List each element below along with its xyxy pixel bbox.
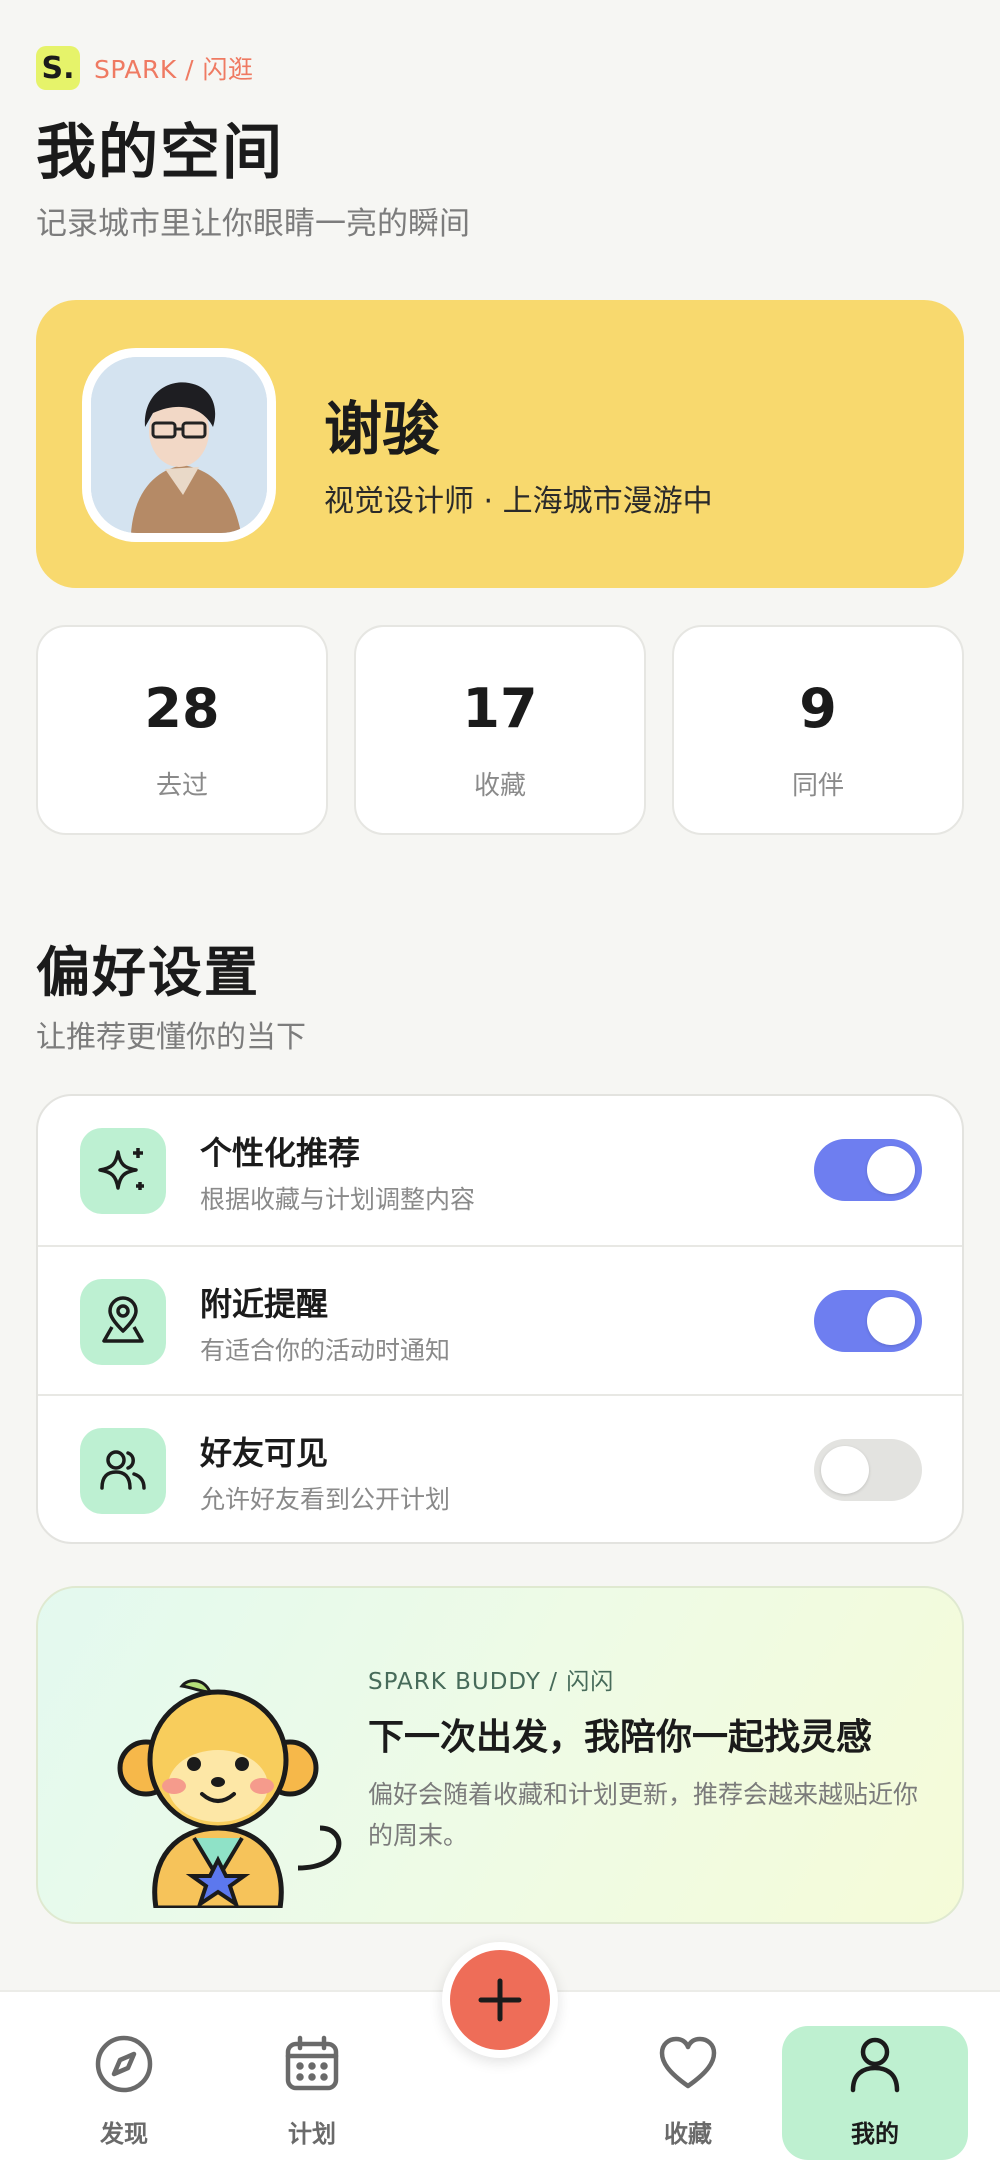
profile-bio: 视觉设计师 · 上海城市漫游中 (324, 484, 713, 519)
location-pin-icon (80, 1279, 166, 1365)
nav-label: 我的 (851, 2120, 899, 2148)
avatar[interactable] (91, 357, 267, 533)
pref-title: 附近提醒 (200, 1285, 329, 1323)
nav-me[interactable]: 我的 (815, 2032, 935, 2149)
nav-discover[interactable]: 发现 (64, 2032, 184, 2149)
stat-visited[interactable]: 28 去过 (36, 625, 328, 835)
toggle-personalized[interactable] (814, 1139, 922, 1201)
brand: S. SPARK / 闪逛 (36, 46, 254, 90)
toggle-nearby[interactable] (814, 1290, 922, 1352)
preferences-title: 偏好设置 (36, 941, 260, 1004)
nav-label: 计划 (288, 2120, 336, 2148)
plus-icon (478, 1978, 522, 2022)
brand-text: SPARK / 闪逛 (94, 55, 254, 84)
stat-label: 同伴 (791, 771, 844, 801)
pref-desc: 允许好友看到公开计划 (200, 1485, 451, 1514)
profile-card[interactable]: 谢骏 视觉设计师 · 上海城市漫游中 (36, 300, 964, 588)
nav-label: 收藏 (664, 2120, 712, 2148)
pref-row-personalized[interactable]: 个性化推荐 根据收藏与计划调整内容 (38, 1096, 962, 1245)
stat-value: 28 (144, 677, 220, 740)
pref-title: 个性化推荐 (200, 1134, 361, 1172)
brand-logo: S. (36, 46, 80, 90)
page-title: 我的空间 (36, 118, 284, 188)
pref-row-nearby[interactable]: 附近提醒 有适合你的活动时通知 (38, 1245, 962, 1394)
stat-value: 9 (799, 677, 837, 740)
nav-label: 发现 (100, 2120, 148, 2148)
profile-screen: S. SPARK / 闪逛 我的空间 记录城市里让你眼睛一亮的瞬间 谢骏 视觉设… (0, 0, 1000, 2164)
nav-favorites[interactable]: 收藏 (628, 2032, 748, 2149)
page-subtitle: 记录城市里让你眼睛一亮的瞬间 (36, 206, 470, 242)
user-icon (850, 2037, 900, 2093)
toggle-knob (821, 1446, 869, 1494)
pref-row-friends-visible[interactable]: 好友可见 允许好友看到公开计划 (38, 1394, 962, 1542)
stat-favorites[interactable]: 17 收藏 (354, 625, 646, 835)
people-icon (80, 1428, 166, 1514)
pref-desc: 有适合你的活动时通知 (200, 1336, 451, 1365)
sparkle-icon (80, 1128, 166, 1214)
preferences-subtitle: 让推荐更懂你的当下 (36, 1020, 306, 1055)
stat-companions[interactable]: 9 同伴 (672, 625, 964, 835)
toggle-knob (867, 1146, 915, 1194)
pref-title: 好友可见 (200, 1434, 329, 1472)
stat-value: 17 (462, 677, 538, 740)
bottom-nav: 发现 计划 收藏 我的 (0, 1942, 1000, 2164)
buddy-eyebrow: SPARK BUDDY / 闪闪 (368, 1669, 615, 1695)
toggle-knob (867, 1297, 915, 1345)
nav-plan[interactable]: 计划 (252, 2032, 372, 2149)
preferences-list: 个性化推荐 根据收藏与计划调整内容 附近提醒 有适合你的活动时通知 好友可见 允… (36, 1094, 964, 1544)
toggle-friends-visible[interactable] (814, 1439, 922, 1501)
calendar-icon (285, 2035, 339, 2091)
avatar-frame (82, 348, 276, 542)
profile-name: 谢骏 (324, 395, 441, 463)
buddy-card[interactable]: SPARK BUDDY / 闪闪 下一次出发，我陪你一起找灵感 偏好会随着收藏和… (36, 1586, 964, 1924)
stat-label: 去过 (155, 771, 208, 801)
stat-label: 收藏 (473, 771, 526, 801)
buddy-title: 下一次出发，我陪你一起找灵感 (368, 1717, 873, 1758)
monkey-mascot-icon (117, 1679, 342, 1908)
pref-desc: 根据收藏与计划调整内容 (200, 1185, 476, 1214)
add-button[interactable] (442, 1942, 558, 2058)
compass-icon (95, 2035, 153, 2093)
heart-icon (659, 2036, 717, 2089)
buddy-desc: 偏好会随着收藏和计划更新，推荐会越来越贴近你的周末。 (368, 1780, 919, 1850)
